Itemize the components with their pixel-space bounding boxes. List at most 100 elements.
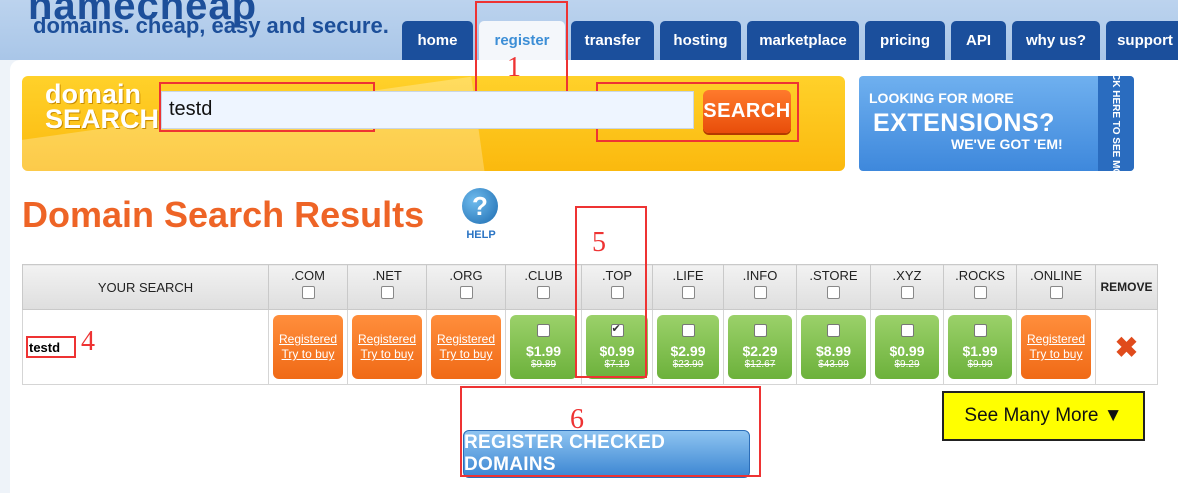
tld-label: .XYZ — [892, 268, 922, 283]
your-search-header: YOUR SEARCH — [22, 264, 269, 310]
old-price: $12.67 — [744, 359, 776, 370]
tld-column-checkbox[interactable] — [380, 286, 394, 299]
domain-search-input[interactable]: testd — [161, 91, 694, 129]
tld-result-cell: $2.99 $23.99 — [652, 309, 724, 385]
domain-checkbox[interactable] — [973, 324, 987, 337]
tld-result-cell: Registered Try to buy — [347, 309, 427, 385]
tld-header: .COM — [268, 264, 348, 310]
extensions-banner[interactable]: LOOKING FOR MORE EXTENSIONS? WE'VE GOT '… — [859, 76, 1134, 171]
try-to-buy-label: Try to buy — [360, 347, 414, 361]
registered-try-to-buy-link[interactable]: Registered Try to buy — [352, 315, 422, 379]
tld-column-checkbox[interactable] — [537, 286, 550, 299]
price: $1.99 — [525, 343, 562, 359]
results-table: YOUR SEARCH .COM .NET .ORG .CLUB .TOP .LIFE .I… — [22, 264, 1158, 385]
domain-checkbox[interactable] — [537, 324, 550, 337]
tab-why-us[interactable]: why us? — [1012, 21, 1100, 60]
tld-result-cell: Registered Try to buy — [1016, 309, 1096, 385]
tld-column-checkbox[interactable] — [459, 286, 473, 299]
domain-checkbox[interactable] — [827, 324, 840, 337]
domain-checkbox[interactable] — [681, 324, 695, 337]
tld-label: .STORE — [809, 268, 858, 283]
label-line-2: SEARCH — [45, 104, 160, 134]
see-many-more-button[interactable]: See Many More ▼ — [942, 391, 1145, 441]
tld-header: .STORE — [796, 264, 871, 310]
page-title: Domain Search Results — [22, 194, 425, 235]
tab-pricing[interactable]: pricing — [865, 21, 945, 60]
available-domain-option[interactable]: $2.29 $12.67 — [728, 315, 792, 379]
domain-checkbox[interactable] — [900, 324, 914, 337]
register-checked-domains-button[interactable]: REGISTER CHECKED DOMAINS — [463, 430, 750, 478]
old-price: $9.99 — [967, 359, 993, 370]
help-button[interactable]: ? HELP — [462, 188, 500, 241]
tld-label: .ROCKS — [955, 268, 1005, 283]
old-price: $43.99 — [818, 359, 849, 370]
registered-try-to-buy-link[interactable]: Registered Try to buy — [273, 315, 343, 379]
tld-header: .ROCKS — [943, 264, 1017, 310]
tld-label: .ORG — [449, 268, 483, 283]
tld-column-checkbox[interactable] — [900, 286, 914, 299]
tld-result-cell: $1.99 $9.89 — [505, 309, 582, 385]
price: $0.99 — [599, 343, 635, 359]
available-domain-option[interactable]: $1.99 $9.99 — [948, 315, 1012, 379]
tab-hosting[interactable]: hosting — [660, 21, 741, 60]
namecheap-logo[interactable]: namecheap domains. cheap, easy and secur… — [28, 0, 389, 38]
registered-label: Registered — [1026, 332, 1086, 346]
tab-transfer[interactable]: transfer — [571, 21, 654, 60]
tab-marketplace[interactable]: marketplace — [747, 21, 859, 60]
tld-column-checkbox[interactable] — [973, 286, 987, 299]
annotation-number-1: 1 — [507, 52, 521, 83]
registered-label: Registered — [278, 332, 338, 346]
available-domain-option[interactable]: $0.99$7.19 — [586, 315, 648, 379]
tld-column-checkbox[interactable] — [301, 286, 315, 299]
try-to-buy-label: Try to buy — [439, 347, 493, 361]
old-price: $9.89 — [530, 359, 557, 370]
tab-api[interactable]: API — [951, 21, 1006, 60]
search-button[interactable]: SEARCH — [703, 90, 791, 133]
tld-result-cell: Registered Try to buy — [268, 309, 348, 385]
tld-column-checkbox[interactable] — [827, 286, 840, 299]
annotation-number-6: 6 — [570, 404, 584, 435]
available-domain-option[interactable]: $2.99 $23.99 — [657, 315, 719, 379]
tab-register[interactable]: register — [479, 21, 565, 60]
tld-header: .ORG — [426, 264, 506, 310]
tab-home[interactable]: home — [402, 21, 473, 60]
remove-icon[interactable]: ✖ — [1096, 331, 1157, 364]
domain-checkbox[interactable] — [753, 324, 767, 337]
tld-header: .ONLINE — [1016, 264, 1096, 310]
tld-column-checkbox[interactable] — [610, 286, 624, 299]
tld-label: .COM — [291, 268, 325, 283]
domain-checkbox[interactable] — [610, 322, 624, 337]
tld-result-cell: $0.99 $9.29 — [870, 309, 944, 385]
tld-result-cell: $2.29 $12.67 — [723, 309, 797, 385]
help-label: HELP — [466, 229, 496, 241]
available-domain-option[interactable]: $1.99 $9.89 — [510, 315, 577, 379]
header-row: YOUR SEARCH .COM .NET .ORG .CLUB .TOP .LIFE .I… — [22, 264, 1158, 310]
tld-header: .CLUB — [505, 264, 582, 310]
tld-header: .INFO — [723, 264, 797, 310]
tld-label: .INFO — [742, 268, 778, 283]
tld-label: .NET — [372, 268, 402, 283]
registered-try-to-buy-link[interactable]: Registered Try to buy — [431, 315, 501, 379]
available-domain-option[interactable]: $8.99 $43.99 — [801, 315, 866, 379]
tld-label: .ONLINE — [1029, 268, 1082, 283]
banner-line-1: LOOKING FOR MORE — [869, 90, 1014, 106]
tld-header: .NET — [347, 264, 427, 310]
tld-result-cell: Registered Try to buy — [426, 309, 506, 385]
tld-label: .TOP — [601, 268, 633, 283]
annotation-number-4: 4 — [81, 326, 95, 357]
tld-column-checkbox[interactable] — [681, 286, 695, 299]
remove-cell: ✖ — [1095, 309, 1158, 385]
banner-side[interactable]: CLICK HERE TO SEE MORE — [1098, 76, 1134, 171]
tld-header: .XYZ — [870, 264, 944, 310]
tld-column-checkbox[interactable] — [1049, 286, 1063, 299]
available-domain-option[interactable]: $0.99 $9.29 — [875, 315, 939, 379]
try-to-buy-label: Try to buy — [1029, 347, 1083, 361]
old-price: $7.19 — [604, 359, 630, 370]
tld-column-checkbox[interactable] — [753, 286, 767, 299]
banner-line-2: EXTENSIONS? — [873, 109, 1055, 137]
registered-try-to-buy-link[interactable]: Registered Try to buy — [1021, 315, 1091, 379]
search-term-cell: testd — [22, 309, 269, 385]
tab-support[interactable]: support — [1106, 21, 1178, 60]
banner-side-text: CLICK HERE TO SEE MORE — [1110, 76, 1122, 171]
remove-header: REMOVE — [1095, 264, 1158, 310]
